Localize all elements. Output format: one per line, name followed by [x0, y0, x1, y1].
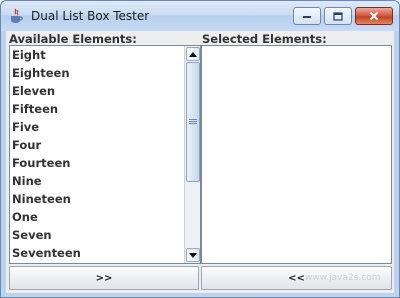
add-button[interactable]: >> [9, 266, 199, 290]
list-item[interactable]: Four [10, 136, 184, 154]
watermark-text: www.java2s.com [305, 273, 381, 283]
minimize-icon [303, 16, 311, 18]
scroll-thumb[interactable] [186, 62, 200, 182]
app-window: Dual List Box Tester Available Elements:… [0, 0, 400, 298]
list-item[interactable]: Eighteen [10, 64, 184, 82]
list-item[interactable]: Nine [10, 172, 184, 190]
available-list-items: Eight Eighteen Eleven Fifteen Five Four … [10, 46, 184, 263]
list-item[interactable]: Seven [10, 226, 184, 244]
close-button[interactable] [355, 7, 393, 25]
list-item[interactable]: One [10, 208, 184, 226]
list-item[interactable]: Nineteen [10, 190, 184, 208]
content-pane: Available Elements: Selected Elements: E… [6, 31, 394, 293]
list-item[interactable]: Five [10, 118, 184, 136]
list-item[interactable]: Eight [10, 46, 184, 64]
available-elements-label: Available Elements: [9, 32, 137, 46]
list-item[interactable]: Fourteen [10, 154, 184, 172]
list-item[interactable]: Fifteen [10, 100, 184, 118]
selected-list[interactable] [201, 45, 392, 264]
window-title: Dual List Box Tester [31, 9, 150, 23]
close-icon [369, 11, 379, 21]
list-item[interactable]: Eleven [10, 82, 184, 100]
maximize-icon [333, 11, 343, 21]
selected-elements-label: Selected Elements: [202, 32, 327, 46]
vertical-scrollbar[interactable] [184, 46, 200, 263]
grip-icon [189, 119, 197, 124]
list-item[interactable]: Seventeen [10, 244, 184, 262]
available-list[interactable]: Eight Eighteen Eleven Fifteen Five Four … [9, 45, 201, 264]
title-bar[interactable]: Dual List Box Tester [1, 1, 399, 31]
maximize-button[interactable] [324, 7, 352, 25]
arrow-down-icon [189, 252, 197, 258]
minimize-button[interactable] [293, 7, 321, 25]
java-icon [11, 8, 23, 23]
scroll-up-button[interactable] [186, 47, 200, 61]
arrow-up-icon [189, 51, 197, 57]
scroll-down-button[interactable] [186, 248, 200, 262]
